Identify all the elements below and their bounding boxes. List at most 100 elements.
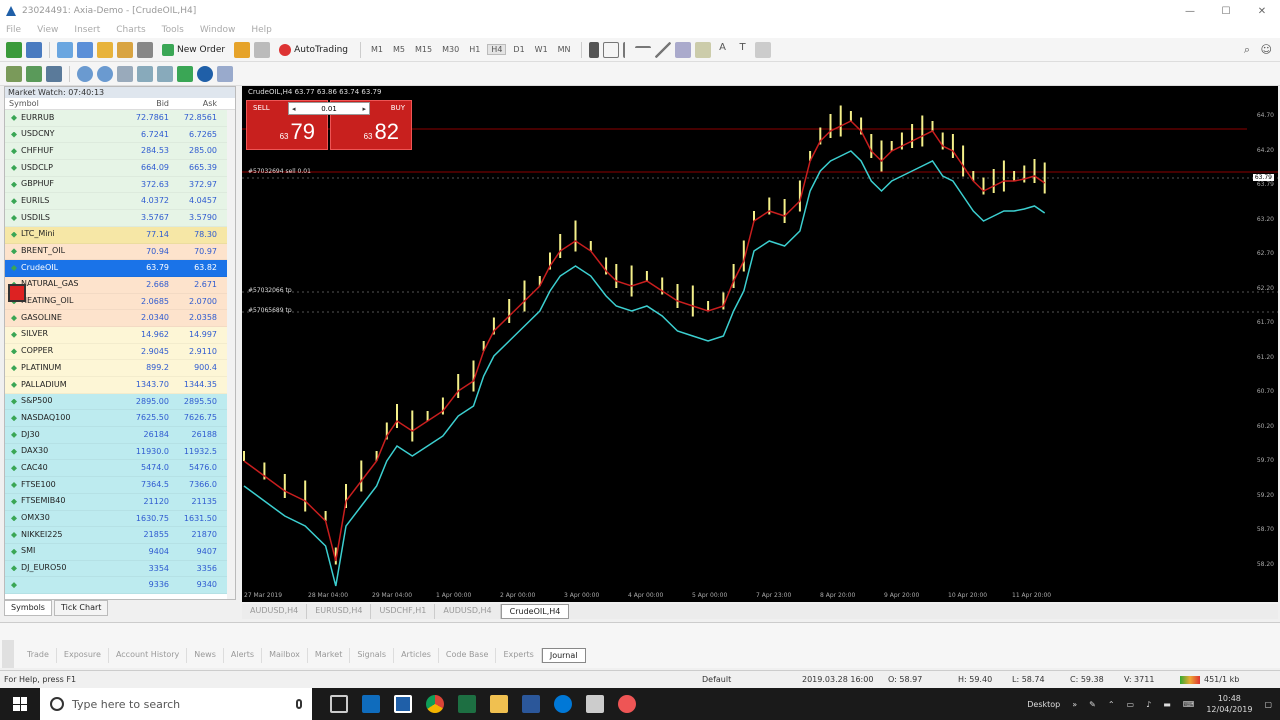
timeframe-h1[interactable]: H1 [466,45,483,54]
clock[interactable]: 10:48 12/04/2019 [1206,693,1252,715]
user-icon[interactable]: ☺ [1261,43,1272,56]
timeframe-w1[interactable]: W1 [532,45,551,54]
market-watch-scrollbar[interactable] [227,110,235,599]
taskbar-search-box[interactable]: Type here to search [40,688,312,720]
app-icon-red[interactable] [618,695,636,713]
market-watch-row[interactable]: 9336 9340 [5,577,235,594]
market-watch-row[interactable]: S&P500 2895.00 2895.50 [5,393,235,411]
excel-icon[interactable] [458,695,476,713]
tab-mailbox[interactable]: Mailbox [262,648,308,663]
tab-tick-chart[interactable]: Tick Chart [53,600,109,616]
zoom-out-icon[interactable] [97,65,113,82]
chart-tab[interactable]: AUDUSD,H4 [242,604,308,619]
templates-icon[interactable] [217,65,233,82]
crosshair-icon[interactable] [602,41,619,58]
start-button[interactable] [0,688,40,720]
market-watch-row[interactable]: SMI 9404 9407 [5,543,235,561]
menu-insert[interactable]: Insert [74,25,100,35]
chart-shift-icon[interactable] [157,65,173,82]
autotrading-button[interactable]: AutoTrading [274,41,353,59]
market-watch-row[interactable]: SILVER 14.962 14.997 [5,326,235,344]
market-watch-row[interactable]: COPPER 2.9045 2.9110 [5,343,235,361]
notifications-icon[interactable]: ▢ [1264,700,1272,709]
chevron-right-icon[interactable]: » [1072,700,1077,709]
market-watch-row[interactable]: PLATINUM 899.2 900.4 [5,360,235,377]
tab-market[interactable]: Market [308,648,351,663]
timeframe-d1[interactable]: D1 [510,45,527,54]
market-watch-row[interactable]: EURILS 4.0372 4.0457 [5,193,235,211]
battery-icon[interactable]: ▬ [1163,700,1171,709]
autoscroll-icon[interactable] [137,65,153,82]
terminal-icon[interactable] [117,41,133,58]
timeframe-m15[interactable]: M15 [412,45,435,54]
market-watch-row[interactable]: USDILS 3.5767 3.5790 [5,210,235,227]
menu-window[interactable]: Window [200,25,236,35]
tab-trade[interactable]: Trade [20,648,57,663]
price-chart[interactable]: CrudeOIL,H4 63.77 63.86 63.74 63.79 SELL… [242,86,1278,602]
connection-bars-icon[interactable] [1180,676,1200,684]
metatrader-icon[interactable] [394,695,412,713]
market-watch-row[interactable]: OMX30 1630.75 1631.50 [5,510,235,528]
tab-code-base[interactable]: Code Base [439,648,497,663]
maximize-button[interactable]: ☐ [1208,0,1244,22]
menu-file[interactable]: File [6,25,21,35]
label-icon[interactable]: T [735,42,751,58]
lot-decrease-arrow-icon[interactable]: ◂ [292,105,296,113]
menu-view[interactable]: View [37,25,58,35]
vertical-line-icon[interactable] [622,41,631,58]
market-watch-row[interactable]: DJ30 26184 26188 [5,427,235,444]
market-watch-row[interactable]: FTSE100 7364.5 7366.0 [5,477,235,494]
market-watch-row[interactable]: USDCLP 664.09 665.39 [5,160,235,177]
trade-line-tp-label[interactable]: #57032066 tp [248,287,292,294]
chrome-icon[interactable] [426,695,444,713]
word-icon[interactable] [522,695,540,713]
outlook-icon[interactable] [362,695,380,713]
market-watch-icon[interactable] [57,41,73,58]
tab-account-history[interactable]: Account History [109,648,188,663]
column-bid[interactable]: Bid [125,98,173,109]
tile-windows-icon[interactable] [117,65,133,82]
tab-exposure[interactable]: Exposure [57,648,109,663]
market-watch-row[interactable]: DAX30 11930.0 11932.5 [5,443,235,461]
horizontal-line-icon[interactable] [634,45,651,62]
market-watch-row[interactable]: BRENT_OIL 70.94 70.97 [5,243,235,261]
minimize-button[interactable]: — [1172,0,1208,22]
chat-icon[interactable] [254,41,271,58]
channel-icon[interactable] [674,41,691,58]
task-view-icon[interactable] [330,695,348,713]
menu-help[interactable]: Help [251,25,272,35]
market-watch-row[interactable]: FTSEMIB40 21120 21135 [5,493,235,511]
tab-alerts[interactable]: Alerts [224,648,263,663]
market-watch-row[interactable]: DJ_EURO50 3354 3356 [5,560,235,578]
pen-icon[interactable]: ✎ [1089,700,1096,709]
volume-icon[interactable]: ♪ [1146,700,1151,709]
profiles-icon[interactable] [26,41,42,58]
market-watch-row[interactable]: CrudeOIL 63.79 63.82 [5,260,235,277]
metaeditor-icon[interactable] [234,41,251,58]
market-watch-row[interactable]: GBPHUF 372.63 372.97 [5,176,235,194]
market-watch-row[interactable]: NIKKEI225 21855 21870 [5,527,235,544]
market-watch-row[interactable]: CHFHUF 284.53 285.00 [5,143,235,161]
close-button[interactable]: ✕ [1244,0,1280,22]
edge-icon[interactable] [554,695,572,713]
network-icon[interactable]: ▭ [1127,700,1135,709]
indicators-icon[interactable] [177,65,193,82]
market-watch-row[interactable]: CAC40 5474.0 5476.0 [5,460,235,478]
tab-experts[interactable]: Experts [496,648,542,663]
tab-articles[interactable]: Articles [394,648,439,663]
new-chart-icon[interactable] [6,41,22,58]
tab-signals[interactable]: Signals [350,648,395,663]
chart-tab[interactable]: EURUSD,H4 [307,604,372,619]
lot-increase-arrow-icon[interactable]: ▸ [362,105,366,113]
file-explorer-icon[interactable] [490,695,508,713]
search-icon[interactable]: ⌕ [1244,43,1250,57]
desktop-label[interactable]: Desktop [1027,700,1060,709]
tab-news[interactable]: News [187,648,224,663]
candlestick-icon[interactable] [26,65,42,82]
lot-size-input[interactable]: ◂ 0.01 ▸ [288,102,370,115]
trade-line-tp-label[interactable]: #57065689 tp [248,307,292,314]
timeframe-mn[interactable]: MN [555,45,574,54]
keyboard-icon[interactable]: ⌨ [1183,700,1195,709]
data-window-icon[interactable] [77,41,93,58]
bar-chart-icon[interactable] [6,65,22,82]
